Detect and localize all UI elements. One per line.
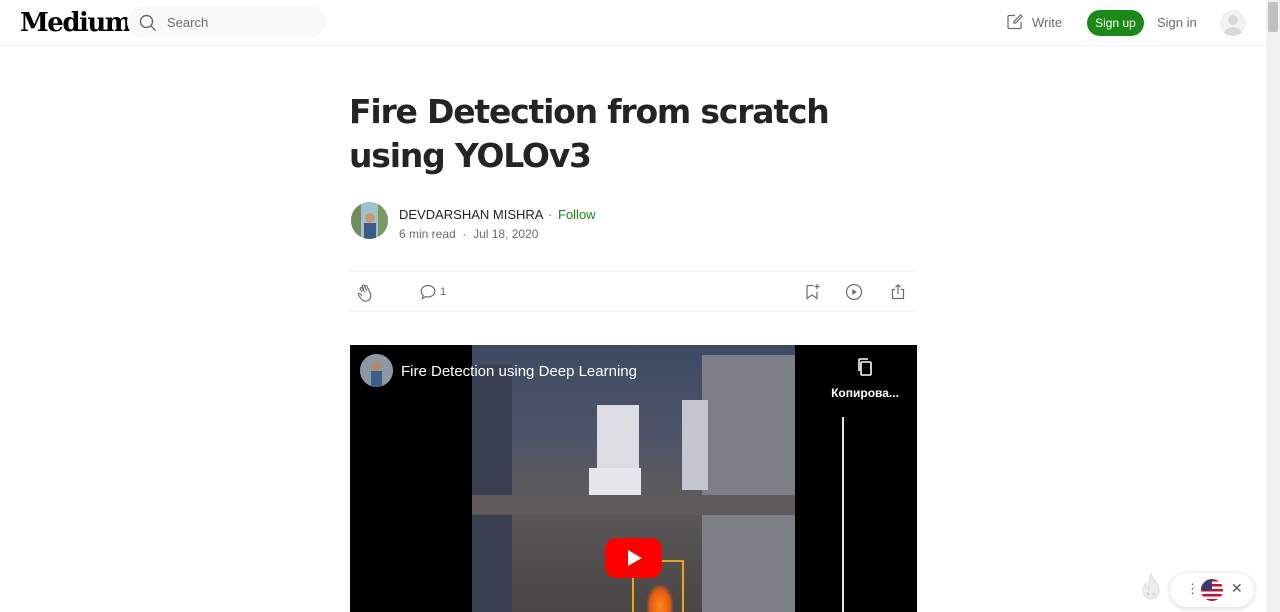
close-icon[interactable]: ✕ [1231,580,1243,597]
flame-widget[interactable] [1136,572,1166,606]
clap-button[interactable] [357,283,375,308]
author-photo-icon [351,202,388,239]
copy-link-label: Копирова... [831,386,899,400]
youtube-embed[interactable]: Fire Detection using Deep Learning Копир… [350,345,917,612]
responses-button[interactable] [419,283,437,306]
clap-icon [357,284,372,302]
play-icon [628,550,642,566]
translate-widget: ⋮ ✕ [1170,573,1254,607]
follow-button[interactable]: Follow [558,207,596,222]
flame-icon [1142,572,1160,600]
write-label: Write [1032,14,1063,30]
responses-count: 1 [440,286,447,298]
author-name[interactable]: DEVDARSHAN MISHRA [399,207,543,222]
search-box[interactable] [127,6,326,38]
user-avatar[interactable] [1220,10,1246,36]
search-icon [139,14,156,31]
separator-dot: · [548,207,553,222]
write-button[interactable]: Write [1006,12,1062,32]
play-button[interactable] [605,538,662,578]
author-avatar[interactable] [351,202,388,239]
copy-icon [858,358,872,376]
comment-icon [420,284,436,300]
read-time: 6 min read [399,227,456,241]
separator-dot: · [459,227,470,241]
share-icon [891,283,905,300]
article-meta: 6 min read · Jul 18, 2020 [399,227,538,241]
us-flag-icon[interactable] [1201,579,1223,601]
write-icon [1007,14,1023,30]
scroll-thumb[interactable] [1268,2,1278,32]
article-action-bar: 1 [349,271,917,312]
search-input[interactable] [167,12,317,32]
sign-up-button[interactable]: Sign up [1087,10,1144,36]
save-button[interactable] [803,283,821,306]
share-button[interactable] [889,283,907,306]
copy-link-button[interactable]: Копирова... [830,357,900,400]
video-title[interactable]: Fire Detection using Deep Learning [401,363,637,380]
page-scrollbar[interactable] [1266,0,1280,612]
publish-date: Jul 18, 2020 [473,227,539,241]
article-title: Fire Detection from scratch using YOLOv3 [349,92,830,175]
more-options-icon[interactable]: ⋮ [1186,581,1199,597]
user-icon [1223,15,1243,36]
page: Medium Write Sign up Sign in Fi [0,0,1280,612]
bookmark-add-icon [806,284,820,300]
channel-avatar[interactable] [360,354,393,387]
listen-button[interactable] [845,283,863,306]
top-navbar: Medium Write Sign up Sign in [0,0,1266,46]
sign-in-link[interactable]: Sign in [1157,15,1197,30]
channel-photo-icon [360,354,393,387]
play-circle-icon [845,283,863,301]
medium-logo[interactable]: Medium [20,8,132,38]
